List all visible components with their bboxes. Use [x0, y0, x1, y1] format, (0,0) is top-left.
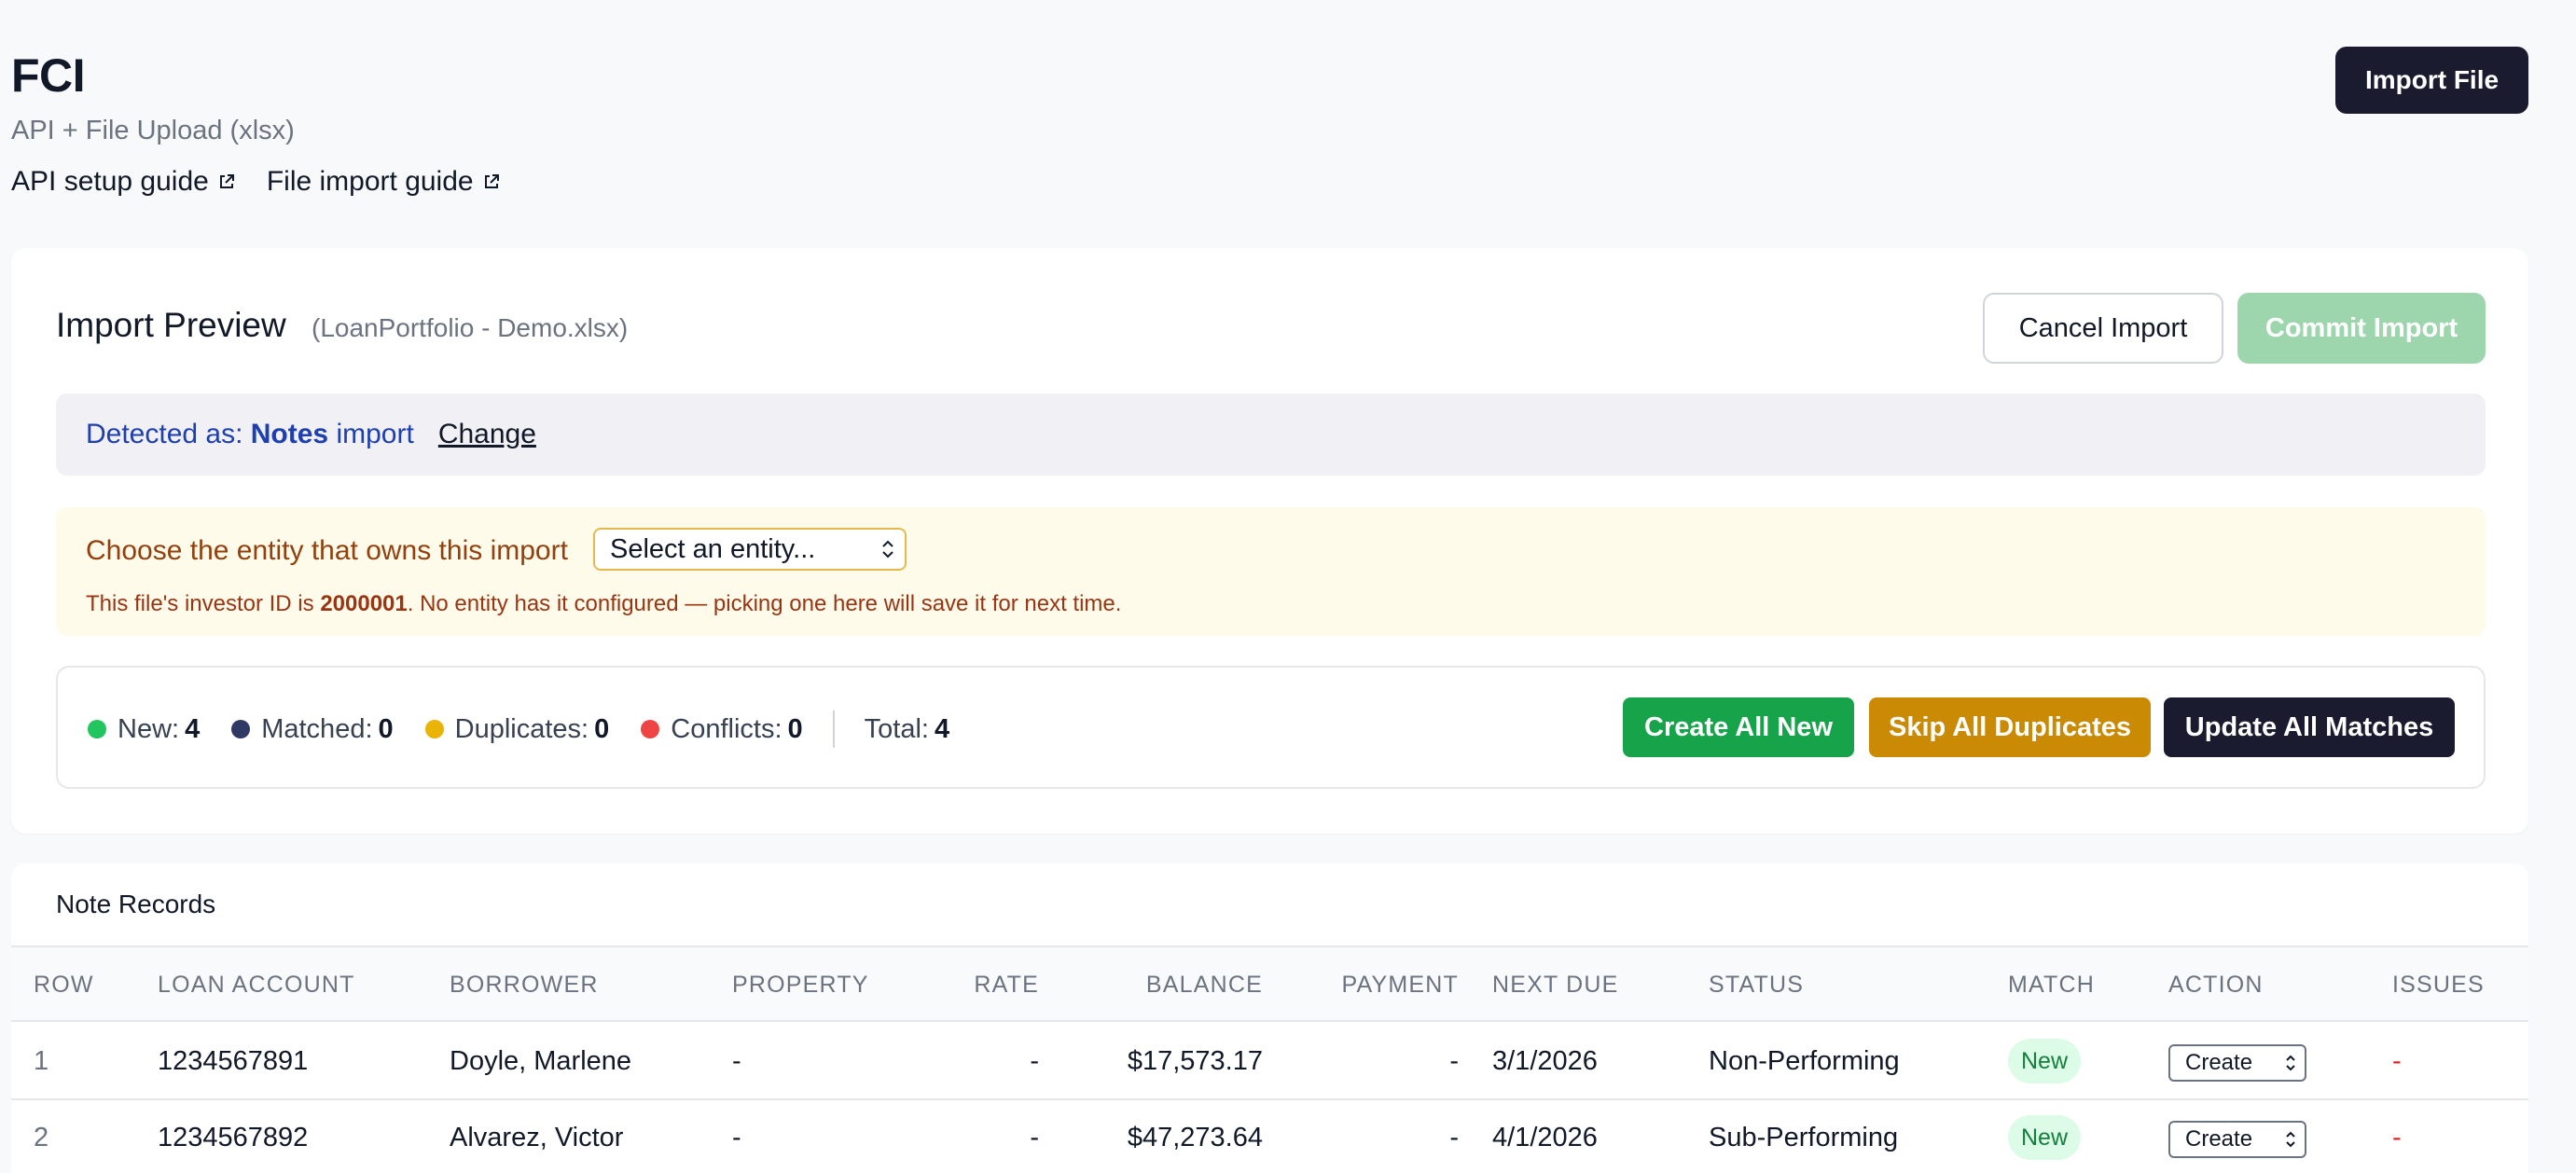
column-header-balance: BALANCE	[1145, 972, 1263, 998]
create-all-new-button[interactable]: Create All New	[1623, 697, 1854, 757]
column-header-property: PROPERTY	[732, 972, 869, 998]
duplicates-status-dot	[424, 720, 444, 738]
cell-row: 2	[34, 1123, 49, 1152]
chevron-up-down-icon	[2286, 1131, 2295, 1148]
cell-payment: -	[1449, 1123, 1459, 1152]
stat-duplicates-value: 0	[594, 713, 610, 744]
entity-picker-panel: Choose the entity that owns this import …	[56, 507, 2486, 636]
action-select[interactable]: Create	[2168, 1121, 2306, 1158]
api-setup-guide-link[interactable]: API setup guide	[11, 166, 235, 198]
column-header-row: ROW	[34, 972, 94, 998]
chevron-up-down-icon	[2286, 1055, 2295, 1071]
import-preview-title: Import Preview	[56, 306, 286, 344]
cell-balance: $17,573.17	[1127, 1046, 1263, 1076]
stat-conflicts-label: Conflicts:	[671, 713, 782, 744]
match-badge: New	[2008, 1115, 2082, 1160]
stat-total-label: Total:	[864, 713, 929, 744]
cell-next-due: 4/1/2026	[1492, 1123, 1598, 1152]
table-row: 2 1234567892 Alvarez, Victor - - $47,273…	[11, 1100, 2528, 1173]
column-header-rate: RATE	[974, 972, 1039, 998]
note-records-title: Note Records	[56, 890, 216, 918]
cell-next-due: 3/1/2026	[1492, 1046, 1598, 1076]
column-header-next-due: NEXT DUE	[1492, 972, 1619, 998]
commit-import-button[interactable]: Commit Import	[2237, 293, 2486, 364]
entity-label: Choose the entity that owns this import	[86, 535, 568, 566]
detected-prefix: Detected as:	[86, 419, 251, 449]
stat-new-value: 4	[185, 713, 201, 744]
stat-matched-label: Matched:	[261, 713, 373, 744]
detected-suffix: import	[328, 419, 414, 449]
import-file-button[interactable]: Import File	[2335, 47, 2528, 114]
entity-select[interactable]: Select an entity...	[593, 528, 907, 571]
column-header-loan-account: LOAN ACCOUNT	[158, 972, 355, 998]
cell-balance: $47,273.64	[1127, 1123, 1263, 1152]
chevron-up-down-icon	[882, 540, 893, 559]
entity-note-prefix: This file's investor ID is	[86, 591, 321, 616]
stat-total-value: 4	[935, 713, 950, 744]
cell-borrower: Alvarez, Victor	[450, 1123, 624, 1152]
cell-issues: -	[2392, 1123, 2402, 1152]
file-import-guide-link[interactable]: File import guide	[267, 166, 500, 198]
cell-property: -	[732, 1123, 741, 1152]
action-select[interactable]: Create	[2168, 1044, 2306, 1082]
match-stats: New: 4 Matched: 0 Duplicates: 0 Conflict…	[88, 711, 981, 748]
cell-rate: -	[1030, 1123, 1039, 1152]
match-badge: New	[2008, 1039, 2082, 1083]
action-select-value: Create	[2185, 1126, 2253, 1152]
column-header-match: MATCH	[2008, 972, 2096, 998]
stat-total: Total: 4	[865, 714, 949, 745]
cell-property: -	[732, 1046, 741, 1076]
stat-conflicts: Conflicts: 0	[641, 713, 803, 745]
cell-borrower: Doyle, Marlene	[450, 1046, 632, 1076]
note-records-card: Note Records ROW LOAN ACCOUNT BORROWER P…	[11, 863, 2528, 1173]
action-select-value: Create	[2185, 1050, 2253, 1075]
change-type-link[interactable]: Change	[438, 419, 536, 450]
cell-row: 1	[34, 1046, 49, 1076]
match-summary-panel: New: 4 Matched: 0 Duplicates: 0 Conflict…	[56, 666, 2486, 789]
import-filename: (LoanPortfolio - Demo.xlsx)	[312, 313, 629, 342]
stat-duplicates: Duplicates: 0	[424, 713, 610, 745]
detected-type-banner: Detected as: Notes import Change	[56, 393, 2486, 476]
stat-duplicates-label: Duplicates:	[454, 713, 589, 744]
entity-note-suffix: . No entity has it configured — picking …	[407, 591, 1122, 616]
external-link-icon	[484, 174, 499, 188]
column-header-borrower: BORROWER	[450, 972, 599, 998]
api-setup-guide-label: API setup guide	[11, 166, 209, 197]
cell-rate: -	[1030, 1046, 1039, 1076]
column-header-issues: ISSUES	[2392, 972, 2485, 998]
cell-payment: -	[1449, 1046, 1459, 1076]
stat-new-label: New:	[118, 713, 180, 744]
matched-status-dot	[231, 720, 251, 738]
cell-loan-account: 1234567891	[158, 1046, 309, 1076]
conflicts-status-dot	[641, 720, 660, 738]
stat-matched-value: 0	[378, 713, 394, 744]
cell-status: Non-Performing	[1709, 1046, 1900, 1076]
entity-select-value: Select an entity...	[610, 533, 816, 564]
stat-matched: Matched: 0	[231, 713, 394, 745]
page-title: FCI	[11, 49, 86, 102]
investor-id: 2000001	[320, 591, 408, 616]
new-status-dot	[88, 720, 106, 738]
file-import-guide-label: File import guide	[266, 166, 474, 197]
import-preview-card: Import Preview (LoanPortfolio - Demo.xls…	[11, 248, 2528, 834]
cancel-import-button[interactable]: Cancel Import	[1983, 293, 2223, 364]
skip-all-duplicates-button[interactable]: Skip All Duplicates	[1869, 697, 2151, 757]
update-all-matches-button[interactable]: Update All Matches	[2164, 697, 2455, 757]
cell-issues: -	[2392, 1046, 2402, 1076]
external-link-icon	[219, 174, 234, 188]
guide-links: API setup guide File import guide	[11, 166, 500, 198]
page-subtitle: API + File Upload (xlsx)	[11, 116, 295, 145]
column-header-payment: PAYMENT	[1341, 972, 1459, 998]
stat-new: New: 4	[88, 714, 200, 745]
cell-loan-account: 1234567892	[158, 1123, 309, 1152]
column-header-action: ACTION	[2168, 972, 2264, 998]
stat-conflicts-value: 0	[787, 713, 803, 744]
column-header-status: STATUS	[1709, 972, 1805, 998]
cell-status: Sub-Performing	[1709, 1123, 1899, 1152]
table-row: 1 1234567891 Doyle, Marlene - - $17,573.…	[11, 1024, 2528, 1100]
table-header: ROW LOAN ACCOUNT BORROWER PROPERTY RATE …	[11, 945, 2528, 1022]
entity-note: This file's investor ID is 2000001. No e…	[86, 591, 1121, 617]
detected-type: Notes	[250, 419, 329, 449]
stats-divider	[832, 711, 835, 748]
